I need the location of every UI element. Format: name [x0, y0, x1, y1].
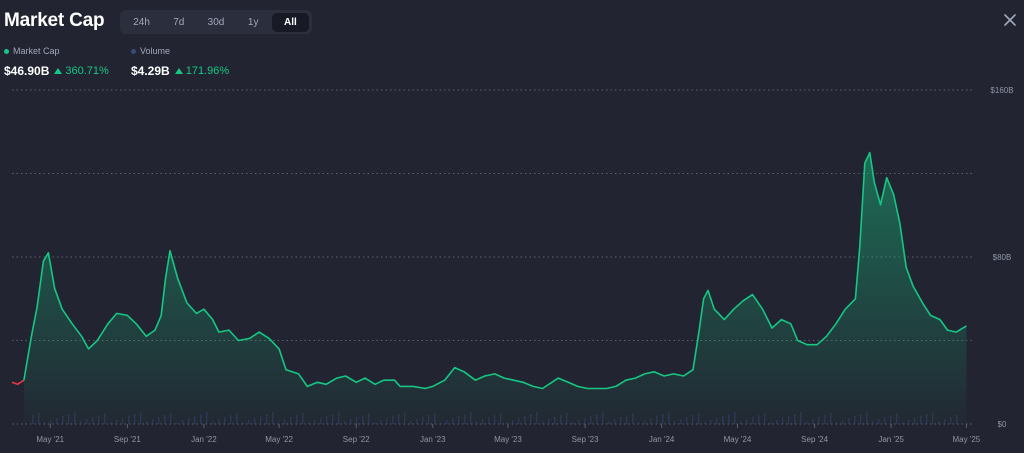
- x-tick-label: Sep '21: [114, 435, 141, 444]
- x-tick-label: Jan '24: [649, 435, 675, 444]
- market-cap-chart[interactable]: $160B $80B $0 May '21 Sep '21 Jan '22 May '22…: [0, 0, 1024, 453]
- x-tick-label: May '24: [724, 435, 752, 444]
- y-tick-label: $160B: [990, 86, 1013, 95]
- x-tick-label: Jan '25: [878, 435, 904, 444]
- x-tick-label: May '23: [494, 435, 522, 444]
- market-cap-fill: [23, 152, 967, 424]
- x-tick-label: Jan '23: [420, 435, 446, 444]
- market-cap-line-down: [11, 379, 25, 386]
- y-tick-label: $0: [998, 420, 1007, 429]
- y-axis-ticks: $160B $80B $0: [990, 86, 1013, 429]
- x-tick-label: Sep '22: [343, 435, 370, 444]
- x-tick-label: Sep '24: [801, 435, 828, 444]
- market-cap-area: [11, 151, 967, 424]
- y-tick-label: $80B: [993, 253, 1012, 262]
- x-tick-label: May '22: [265, 435, 293, 444]
- x-tick-label: Sep '23: [572, 435, 599, 444]
- x-tick-label: May '21: [36, 435, 64, 444]
- x-tick-label: Jan '22: [191, 435, 217, 444]
- x-tick-label: May '25: [952, 435, 980, 444]
- x-axis-ticks: May '21 Sep '21 Jan '22 May '22 Sep '22 Jan '…: [36, 424, 981, 444]
